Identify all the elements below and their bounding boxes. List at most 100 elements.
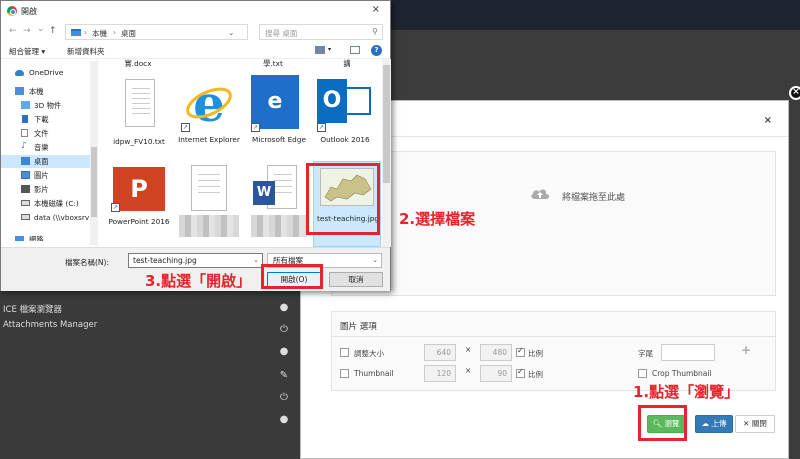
nav-scrollbar-thumb[interactable]: [91, 147, 97, 217]
close-button[interactable]: ✕ 關閉: [735, 415, 775, 433]
dialog-close-icon[interactable]: ×: [372, 4, 380, 15]
resize-height-input[interactable]: 480: [480, 344, 512, 361]
help-icon[interactable]: ?: [371, 45, 382, 56]
options-title: 圖片 選項: [340, 322, 377, 332]
drive-icon: [21, 200, 30, 206]
suffix-input[interactable]: [661, 344, 715, 361]
video-icon: [21, 185, 30, 193]
nav-item-music[interactable]: ♪ 音樂: [1, 141, 93, 154]
power-icon[interactable]: ⏻: [278, 392, 290, 404]
menu-item-attachments-manager[interactable]: Attachments Manager: [3, 320, 97, 330]
file-name[interactable]: 講: [315, 59, 379, 68]
chevron-down-icon[interactable]: ⌄: [372, 254, 378, 267]
menu-item-ice-file-browser[interactable]: ICE 檔案瀏覽器: [3, 303, 62, 315]
power-icon[interactable]: ⏻: [278, 324, 290, 336]
breadcrumb-desktop[interactable]: 桌面: [121, 28, 136, 39]
forward-icon[interactable]: →: [23, 26, 31, 36]
nav-item-desktop[interactable]: 桌面: [1, 155, 93, 168]
recent-chevron-icon[interactable]: ⌄: [37, 24, 45, 34]
thumb-width-input[interactable]: 120: [424, 365, 456, 382]
resize-width-input[interactable]: 640: [424, 344, 456, 361]
network-icon: [15, 236, 24, 241]
search-input[interactable]: 搜尋 桌面 ⚲: [259, 24, 383, 40]
address-dropdown-icon[interactable]: ⌄: [228, 28, 234, 37]
text-file-icon: [125, 79, 155, 127]
shortcut-arrow-icon: ↗: [251, 123, 260, 132]
edit-icon[interactable]: ✎: [278, 370, 290, 382]
file-item-blurred-word[interactable]: W: [247, 163, 311, 247]
nav-item-downloads[interactable]: 下載: [1, 113, 93, 126]
nav-item-pictures[interactable]: 圖片: [1, 169, 93, 182]
nav-item-onedrive[interactable]: OneDrive: [1, 66, 93, 79]
up-icon[interactable]: ↑: [49, 26, 57, 36]
preview-pane-icon[interactable]: [350, 46, 360, 54]
thumbnail-checkbox[interactable]: [340, 369, 349, 378]
file-item-microsoft-edge[interactable]: e ↗ Microsoft Edge: [247, 73, 311, 159]
nav-item-3d-objects[interactable]: 3D 物件: [1, 99, 93, 112]
ratio-label: 比例: [528, 370, 543, 379]
dropzone-text: 將檔案拖至此處: [562, 193, 626, 203]
annotation-box-open: [261, 264, 323, 289]
crop-thumbnail-label: Crop Thumbnail: [652, 369, 712, 378]
resize-checkbox[interactable]: [340, 348, 349, 357]
view-icon[interactable]: [315, 46, 325, 54]
chevron-down-icon[interactable]: ⌄: [253, 254, 259, 267]
close-label: 關閉: [751, 419, 767, 428]
file-name[interactable]: 實.docx: [103, 59, 173, 68]
edge-icon: e: [251, 75, 299, 129]
upload-label: 上傳: [711, 419, 727, 428]
user-icon[interactable]: ●: [278, 414, 290, 426]
organize-button[interactable]: 組合管理 ▾: [9, 46, 45, 57]
add-icon[interactable]: +: [741, 343, 751, 357]
crop-thumbnail-checkbox[interactable]: [638, 369, 647, 378]
nav-item-local-disk[interactable]: 本機磁碟 (C:): [1, 197, 93, 210]
svg-text:e: e: [193, 77, 225, 129]
file-item-blurred-text[interactable]: [177, 163, 241, 247]
nav-item-label: 本機: [29, 87, 44, 96]
thumb-height-input[interactable]: 90: [480, 365, 512, 382]
filename-input[interactable]: test-teaching.jpg ⌄: [128, 253, 263, 268]
nav-item-network-drive[interactable]: data (\\vboxsrv: [1, 211, 93, 224]
nav-item-label: 影片: [34, 185, 49, 194]
cloud-upload-icon: [531, 189, 549, 199]
modal-close-icon[interactable]: ×: [764, 115, 772, 126]
back-icon[interactable]: ←: [9, 26, 17, 36]
nav-item-network[interactable]: 網路: [1, 231, 93, 241]
nav-item-videos[interactable]: 影片: [1, 183, 93, 196]
dialog-toolbar: 組合管理 ▾ 新增資料夾 ▾ ?: [1, 43, 390, 59]
nav-item-label: 網路: [29, 235, 44, 241]
blurred-filename: [251, 215, 307, 237]
file-item-outlook[interactable]: O ↗ Outlook 2016: [313, 73, 377, 159]
new-folder-button[interactable]: 新增資料夾: [67, 46, 105, 57]
cancel-button[interactable]: 取消: [329, 272, 383, 287]
file-item-powerpoint[interactable]: P ↗ PowerPoint 2016: [107, 163, 171, 247]
breadcrumb-this-pc[interactable]: 本機: [92, 28, 107, 39]
outer-close-icon[interactable]: ×: [789, 86, 800, 100]
nav-item-label: 下載: [34, 115, 49, 124]
outlook-icon: O: [317, 79, 347, 123]
file-name[interactable]: 學.txt: [241, 59, 305, 68]
file-name: Internet Explorer: [178, 135, 240, 144]
search-placeholder: 搜尋 桌面: [265, 29, 298, 38]
view-dropdown-icon[interactable]: ▾: [328, 46, 331, 53]
file-item-idpw[interactable]: idpw_FV10.txt: [107, 73, 171, 159]
nav-item-label: OneDrive: [29, 68, 64, 77]
user-icon[interactable]: ●: [278, 302, 290, 314]
cloud-icon: [15, 70, 24, 76]
thumb-ratio-checkbox[interactable]: [516, 367, 525, 378]
file-item-internet-explorer[interactable]: e ↗ Internet Explorer: [177, 73, 241, 159]
dropzone[interactable]: 將檔案拖至此處: [331, 151, 776, 296]
cloud-upload-icon: ☁: [701, 419, 710, 428]
annotation-box-select-file: [306, 163, 380, 235]
times-sign: ×: [465, 345, 472, 354]
user-icon[interactable]: ●: [278, 346, 290, 358]
nav-item-documents[interactable]: 文件: [1, 127, 93, 140]
file-list-scrollbar-thumb[interactable]: [383, 65, 390, 183]
shortcut-arrow-icon: ↗: [181, 123, 190, 132]
upload-button[interactable]: ☁ 上傳: [695, 415, 733, 433]
address-bar[interactable]: › 本機 › 桌面 ⌄ ↻: [65, 24, 309, 40]
resize-ratio-checkbox[interactable]: [516, 346, 525, 357]
nav-item-this-pc[interactable]: 本機: [1, 85, 93, 98]
shortcut-arrow-icon: ↗: [317, 123, 326, 132]
thumbnail-label: Thumbnail: [354, 369, 394, 378]
